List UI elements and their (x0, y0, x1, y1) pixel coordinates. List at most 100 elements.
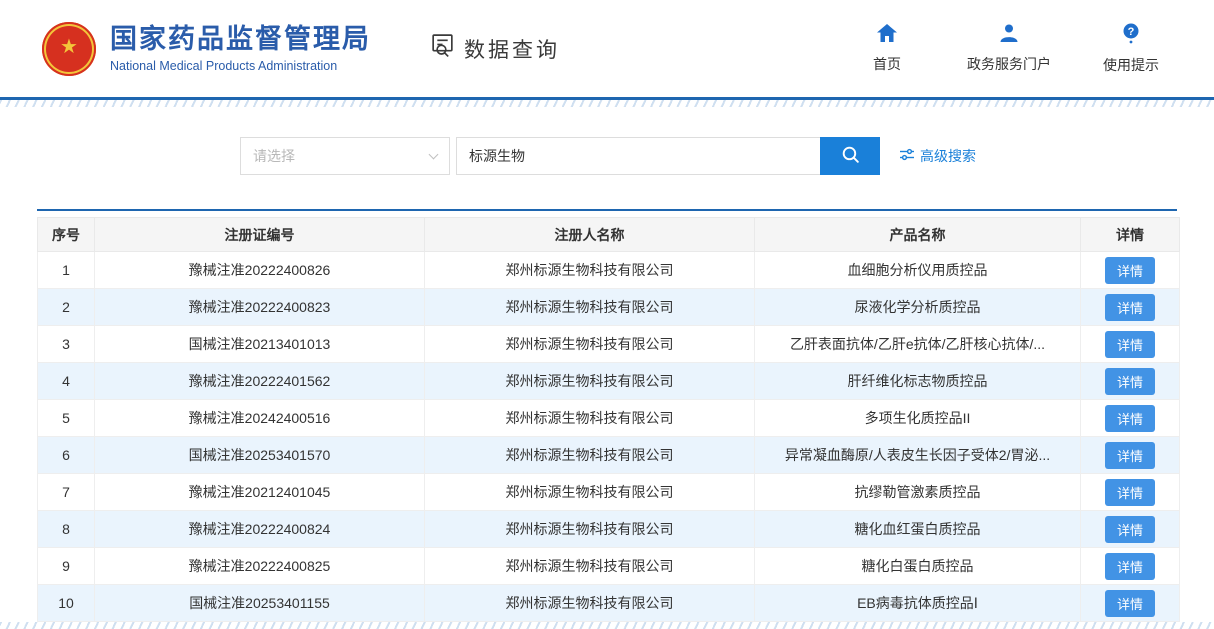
row-index: 8 (38, 511, 95, 548)
org-names: 国家药品监督管理局 National Medical Products Admi… (110, 24, 371, 72)
table-row: 5 豫械注准20242400516 郑州标源生物科技有限公司 多项生化质控品II… (38, 400, 1180, 437)
product-name: 异常凝血酶原/人表皮生长因子受体2/胃泌... (755, 437, 1081, 474)
table-row: 10 国械注准20253401155 郑州标源生物科技有限公司 EB病毒抗体质控… (38, 585, 1180, 622)
detail-button[interactable]: 详情 (1105, 368, 1155, 395)
table-row: 4 豫械注准20222401562 郑州标源生物科技有限公司 肝纤维化标志物质控… (38, 363, 1180, 400)
category-select-placeholder: 请选择 (253, 146, 295, 166)
category-select[interactable]: 请选择 (240, 137, 450, 175)
product-name: 乙肝表面抗体/乙肝e抗体/乙肝核心抗体/... (755, 326, 1081, 363)
detail-button[interactable]: 详情 (1105, 331, 1155, 358)
registrant-name: 郑州标源生物科技有限公司 (425, 474, 755, 511)
cert-number: 豫械注准20212401045 (95, 474, 425, 511)
table-header-row: 序号 注册证编号 注册人名称 产品名称 详情 (38, 218, 1180, 252)
product-name: 多项生化质控品II (755, 400, 1081, 437)
nav-item-home[interactable]: 首页 (859, 23, 915, 75)
product-name: 抗缪勒管激素质控品 (755, 474, 1081, 511)
user-icon (999, 23, 1019, 48)
product-name: EB病毒抗体质控品Ⅰ (755, 585, 1081, 622)
emblem-star-icon: ★ (60, 37, 78, 57)
cert-number: 豫械注准20222400823 (95, 289, 425, 326)
registrant-name: 郑州标源生物科技有限公司 (425, 437, 755, 474)
cert-number: 国械注准20253401570 (95, 437, 425, 474)
row-index: 6 (38, 437, 95, 474)
cert-number: 国械注准20213401013 (95, 326, 425, 363)
table-row: 2 豫械注准20222400823 郑州标源生物科技有限公司 尿液化学分析质控品… (38, 289, 1180, 326)
registrant-name: 郑州标源生物科技有限公司 (425, 548, 755, 585)
table-row: 1 豫械注准20222400826 郑州标源生物科技有限公司 血细胞分析仪用质控… (38, 252, 1180, 289)
nav-item-gov-portal[interactable]: 政务服务门户 (967, 23, 1051, 75)
results-table: 序号 注册证编号 注册人名称 产品名称 详情 1 豫械注准20222400826… (37, 217, 1180, 622)
nav-gov-portal-label: 政务服务门户 (967, 54, 1051, 74)
detail-button[interactable]: 详情 (1105, 442, 1155, 469)
detail-button[interactable]: 详情 (1105, 590, 1155, 617)
cert-number: 豫械注准20222400826 (95, 252, 425, 289)
table-row: 9 豫械注准20222400825 郑州标源生物科技有限公司 糖化白蛋白质控品 … (38, 548, 1180, 585)
decorative-hatch-bottom (0, 622, 1214, 629)
row-index: 3 (38, 326, 95, 363)
product-name: 糖化血红蛋白质控品 (755, 511, 1081, 548)
row-index: 5 (38, 400, 95, 437)
advanced-search-label: 高级搜索 (920, 146, 976, 166)
detail-button[interactable]: 详情 (1105, 257, 1155, 284)
detail-button[interactable]: 详情 (1105, 516, 1155, 543)
col-header-detail: 详情 (1081, 218, 1180, 252)
help-icon: ? (1121, 23, 1141, 49)
registrant-name: 郑州标源生物科技有限公司 (425, 326, 755, 363)
col-header-product: 产品名称 (755, 218, 1081, 252)
registrant-name: 郑州标源生物科技有限公司 (425, 289, 755, 326)
search-input[interactable] (456, 137, 820, 175)
table-top-accent-line (37, 209, 1177, 211)
col-header-cert-number: 注册证编号 (95, 218, 425, 252)
row-index: 1 (38, 252, 95, 289)
registrant-name: 郑州标源生物科技有限公司 (425, 511, 755, 548)
org-name-cn: 国家药品监督管理局 (110, 24, 371, 55)
row-index: 7 (38, 474, 95, 511)
national-emblem-logo: ★ (42, 22, 96, 76)
row-index: 4 (38, 363, 95, 400)
row-index: 2 (38, 289, 95, 326)
org-name-en: National Medical Products Administration (110, 59, 371, 73)
chevron-down-icon (429, 149, 439, 159)
cert-number: 豫械注准20222400824 (95, 511, 425, 548)
registrant-name: 郑州标源生物科技有限公司 (425, 363, 755, 400)
row-index: 9 (38, 548, 95, 585)
cert-number: 豫械注准20222400825 (95, 548, 425, 585)
product-name: 血细胞分析仪用质控品 (755, 252, 1081, 289)
nav-usage-tips-label: 使用提示 (1103, 55, 1159, 75)
product-name: 肝纤维化标志物质控品 (755, 363, 1081, 400)
table-row: 6 国械注准20253401570 郑州标源生物科技有限公司 异常凝血酶原/人表… (38, 437, 1180, 474)
home-icon (876, 23, 898, 48)
col-header-registrant: 注册人名称 (425, 218, 755, 252)
detail-button[interactable]: 详情 (1105, 479, 1155, 506)
row-index: 10 (38, 585, 95, 622)
cert-number: 豫械注准20242400516 (95, 400, 425, 437)
data-query-icon (429, 32, 456, 65)
search-button[interactable] (820, 137, 880, 175)
page-header: ★ 国家药品监督管理局 National Medical Products Ad… (0, 0, 1214, 100)
search-bar: 请选择 高级搜索 (240, 137, 1214, 175)
detail-button[interactable]: 详情 (1105, 294, 1155, 321)
table-row: 8 豫械注准20222400824 郑州标源生物科技有限公司 糖化血红蛋白质控品… (38, 511, 1180, 548)
nav-item-usage-tips[interactable]: ? 使用提示 (1103, 23, 1159, 75)
search-icon (840, 144, 861, 168)
svg-text:?: ? (1128, 25, 1135, 37)
nav-home-label: 首页 (873, 54, 901, 74)
table-row: 3 国械注准20213401013 郑州标源生物科技有限公司 乙肝表面抗体/乙肝… (38, 326, 1180, 363)
registrant-name: 郑州标源生物科技有限公司 (425, 585, 755, 622)
top-nav: 首页 政务服务门户 ? 使用提示 (859, 23, 1159, 75)
detail-button[interactable]: 详情 (1105, 405, 1155, 432)
section-title-label: 数据查询 (464, 34, 560, 64)
product-name: 尿液化学分析质控品 (755, 289, 1081, 326)
results-table-section: 序号 注册证编号 注册人名称 产品名称 详情 1 豫械注准20222400826… (37, 209, 1177, 622)
table-row: 7 豫械注准20212401045 郑州标源生物科技有限公司 抗缪勒管激素质控品… (38, 474, 1180, 511)
filter-sliders-icon (900, 148, 914, 164)
registrant-name: 郑州标源生物科技有限公司 (425, 252, 755, 289)
detail-button[interactable]: 详情 (1105, 553, 1155, 580)
cert-number: 国械注准20253401155 (95, 585, 425, 622)
registrant-name: 郑州标源生物科技有限公司 (425, 400, 755, 437)
product-name: 糖化白蛋白质控品 (755, 548, 1081, 585)
cert-number: 豫械注准20222401562 (95, 363, 425, 400)
col-header-index: 序号 (38, 218, 95, 252)
decorative-hatch-top (0, 100, 1214, 107)
advanced-search-link[interactable]: 高级搜索 (900, 146, 976, 166)
